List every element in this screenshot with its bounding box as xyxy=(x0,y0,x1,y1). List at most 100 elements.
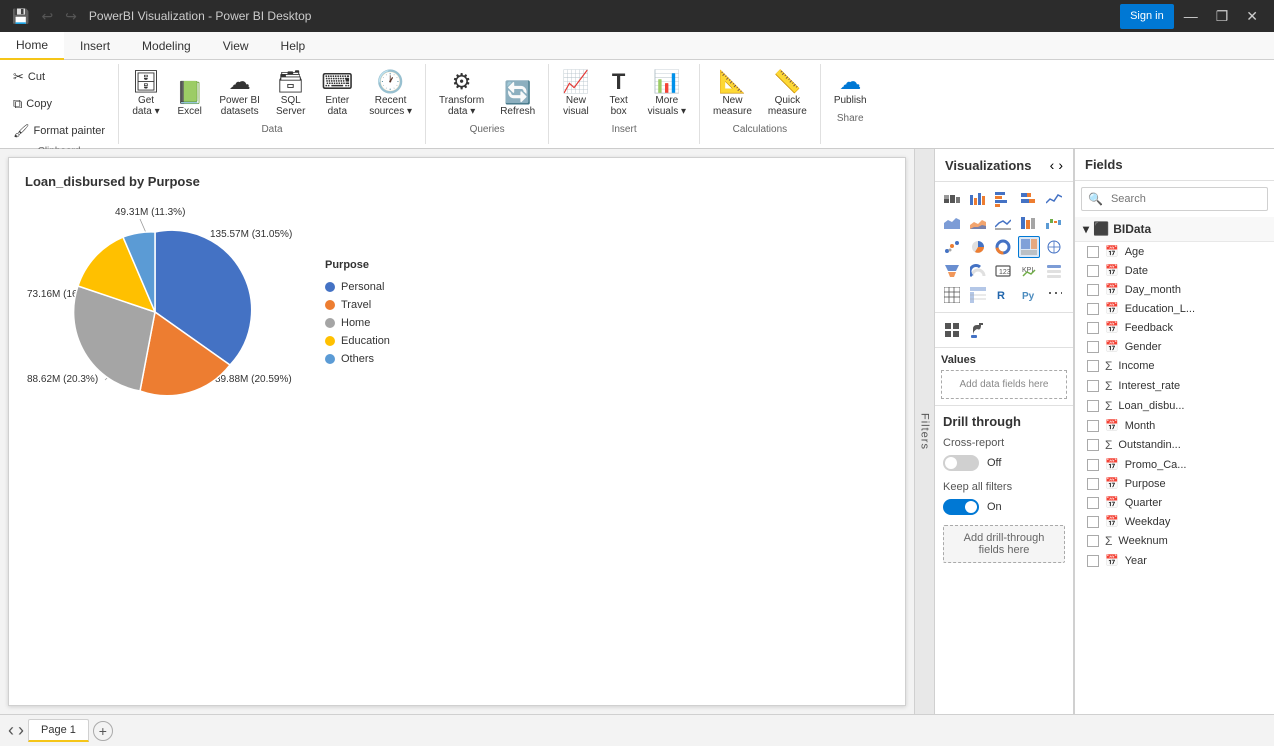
field-checkbox-promo-ca[interactable] xyxy=(1087,459,1099,471)
tab-view[interactable]: View xyxy=(207,32,265,59)
redo-button[interactable]: ↪ xyxy=(61,6,81,27)
tab-modeling[interactable]: Modeling xyxy=(126,32,207,59)
viz-clustered-bar-h[interactable] xyxy=(992,188,1014,210)
field-checkbox-feedback[interactable] xyxy=(1087,322,1099,334)
publish-button[interactable]: ☁ Publish xyxy=(827,64,874,111)
field-checkbox-interest-rate[interactable] xyxy=(1087,380,1099,392)
field-checkbox-day-month[interactable] xyxy=(1087,284,1099,296)
viz-stacked-bar-h[interactable] xyxy=(1018,188,1040,210)
field-item-quarter[interactable]: 📅 Quarter xyxy=(1075,493,1274,512)
field-item-date[interactable]: 📅 Date xyxy=(1075,261,1274,280)
viz-stacked-bar[interactable] xyxy=(941,188,963,210)
field-item-promo-ca[interactable]: 📅 Promo_Ca... xyxy=(1075,455,1274,474)
field-item-outstanding[interactable]: Σ Outstandin... xyxy=(1075,435,1274,455)
filters-sidebar[interactable]: Filters xyxy=(914,149,934,714)
viz-ribbon-chart[interactable] xyxy=(1018,212,1040,234)
tab-help[interactable]: Help xyxy=(265,32,322,59)
more-visuals-button[interactable]: 📊 Morevisuals ▾ xyxy=(641,64,693,122)
viz-python[interactable]: Py xyxy=(1018,284,1040,306)
field-checkbox-date[interactable] xyxy=(1087,265,1099,277)
field-checkbox-loan-disbu[interactable] xyxy=(1087,400,1099,412)
field-item-loan-disbu[interactable]: Σ Loan_disbu... xyxy=(1075,396,1274,416)
save-button[interactable]: 💾 xyxy=(8,6,33,27)
viz-treemap[interactable] xyxy=(1018,236,1040,258)
viz-pie-chart[interactable] xyxy=(967,236,989,258)
search-input[interactable] xyxy=(1109,189,1267,209)
field-item-weekday[interactable]: 📅 Weekday xyxy=(1075,512,1274,531)
tab-insert[interactable]: Insert xyxy=(64,32,126,59)
keep-filters-toggle[interactable] xyxy=(943,499,979,515)
field-checkbox-quarter[interactable] xyxy=(1087,497,1099,509)
viz-scatter[interactable] xyxy=(941,236,963,258)
viz-clustered-bar[interactable] xyxy=(967,188,989,210)
recent-sources-button[interactable]: 🕐 Recentsources ▾ xyxy=(362,64,419,122)
field-checkbox-year[interactable] xyxy=(1087,555,1099,567)
undo-button[interactable]: ↩ xyxy=(37,6,57,27)
field-checkbox-age[interactable] xyxy=(1087,246,1099,258)
viz-collapse-button[interactable]: ‹ xyxy=(1050,157,1055,173)
field-item-year[interactable]: 📅 Year xyxy=(1075,551,1274,570)
viz-area-chart[interactable] xyxy=(941,212,963,234)
field-item-education[interactable]: 📅 Education_L... xyxy=(1075,299,1274,318)
format-paintbrush-icon[interactable] xyxy=(967,319,989,341)
field-item-purpose[interactable]: 📅 Purpose xyxy=(1075,474,1274,493)
field-checkbox-gender[interactable] xyxy=(1087,341,1099,353)
quick-measure-button[interactable]: 📏 Quickmeasure xyxy=(761,64,814,122)
field-item-day-month[interactable]: 📅 Day_month xyxy=(1075,280,1274,299)
minimize-button[interactable]: — xyxy=(1176,4,1206,29)
field-checkbox-education[interactable] xyxy=(1087,303,1099,315)
field-item-age[interactable]: 📅 Age xyxy=(1075,242,1274,261)
canvas-page[interactable]: Loan_disbursed by Purpose 135.57M (31.05… xyxy=(8,157,906,706)
tab-home[interactable]: Home xyxy=(0,32,64,60)
add-page-button[interactable]: + xyxy=(93,721,113,741)
copy-button[interactable]: ⧉ Copy xyxy=(6,91,112,117)
viz-slicer[interactable] xyxy=(1043,260,1065,282)
field-item-interest-rate[interactable]: Σ Interest_rate xyxy=(1075,376,1274,396)
page-nav-right[interactable]: › xyxy=(18,720,24,741)
field-item-gender[interactable]: 📅 Gender xyxy=(1075,337,1274,356)
add-drill-through-fields-button[interactable]: Add drill-through fields here xyxy=(943,525,1065,563)
field-item-income[interactable]: Σ Income xyxy=(1075,356,1274,376)
refresh-button[interactable]: 🔄 Refresh xyxy=(493,75,542,122)
viz-funnel[interactable] xyxy=(941,260,963,282)
excel-button[interactable]: 📗 Excel xyxy=(169,75,210,122)
page-tab-1[interactable]: Page 1 xyxy=(28,719,89,742)
field-checkbox-weeknum[interactable] xyxy=(1087,535,1099,547)
field-checkbox-weekday[interactable] xyxy=(1087,516,1099,528)
viz-line-area[interactable] xyxy=(992,212,1014,234)
viz-map[interactable] xyxy=(1043,236,1065,258)
text-box-button[interactable]: T Textbox xyxy=(599,64,639,122)
restore-button[interactable]: ❐ xyxy=(1208,4,1237,29)
viz-gauge[interactable] xyxy=(967,260,989,282)
viz-expand-button[interactable]: › xyxy=(1058,157,1063,173)
field-item-feedback[interactable]: 📅 Feedback xyxy=(1075,318,1274,337)
add-data-fields-button[interactable]: Add data fields here xyxy=(941,370,1067,399)
new-visual-button[interactable]: 📈 Newvisual xyxy=(555,64,596,122)
viz-matrix[interactable] xyxy=(967,284,989,306)
viz-card[interactable]: 123 xyxy=(992,260,1014,282)
format-fields-icon[interactable] xyxy=(941,319,963,341)
viz-kpi[interactable]: KPI xyxy=(1018,260,1040,282)
viz-stacked-area[interactable] xyxy=(967,212,989,234)
viz-custom[interactable]: ⋯ xyxy=(1043,284,1065,306)
close-button[interactable]: ✕ xyxy=(1238,4,1266,29)
viz-donut[interactable] xyxy=(992,236,1014,258)
page-nav-left[interactable]: ‹ xyxy=(8,720,14,741)
viz-line-chart[interactable] xyxy=(1043,188,1065,210)
field-item-weeknum[interactable]: Σ Weeknum xyxy=(1075,531,1274,551)
field-checkbox-outstanding[interactable] xyxy=(1087,439,1099,451)
cut-button[interactable]: ✂ Cut xyxy=(6,64,112,90)
field-checkbox-month[interactable] xyxy=(1087,420,1099,432)
transform-data-button[interactable]: ⚙ Transformdata ▾ xyxy=(432,64,491,122)
field-checkbox-income[interactable] xyxy=(1087,360,1099,372)
field-checkbox-purpose[interactable] xyxy=(1087,478,1099,490)
enter-data-button[interactable]: ⌨ Enterdata xyxy=(314,64,360,122)
sign-in-button[interactable]: Sign in xyxy=(1120,4,1174,29)
viz-table[interactable] xyxy=(941,284,963,306)
viz-r-visual[interactable]: R xyxy=(992,284,1014,306)
get-data-button[interactable]: 🗄 Getdata ▾ xyxy=(125,64,167,122)
format-painter-button[interactable]: 🖌 Format painter xyxy=(6,118,112,144)
power-bi-datasets-button[interactable]: ☁ Power BIdatasets xyxy=(212,64,267,122)
sql-server-button[interactable]: 🗃 SQLServer xyxy=(269,64,312,122)
cross-report-toggle[interactable] xyxy=(943,455,979,471)
